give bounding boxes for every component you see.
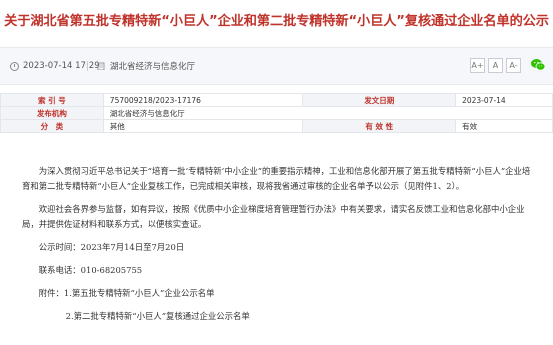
category-value: 其他 bbox=[102, 119, 304, 133]
table-row: 索 引 号 757009218/2023-17176 发文日期 2023-07-… bbox=[0, 93, 553, 107]
font-increase-button[interactable]: A+ bbox=[470, 58, 485, 73]
building-icon bbox=[97, 62, 105, 70]
attachment-1-link[interactable]: 附件：1.第五批专精特新“小巨人”企业公示名单 bbox=[22, 286, 532, 301]
meta-bar: 2023-07-14 17:29 湖北省经济与信息化厅 A+ A A- bbox=[0, 47, 553, 85]
article-title: 关于湖北省第五批专精特新“小巨人”企业和第二批专精特新“小巨人”复核通过企业名单… bbox=[4, 14, 549, 29]
index-number-label: 索 引 号 bbox=[0, 93, 104, 107]
attachment-2-link[interactable]: 2.第二批专精特新“小巨人”复核通过企业公示名单 bbox=[22, 309, 532, 324]
paragraph-supervision: 欢迎社会各界参与监督，如有异议，按照《优质中小企业梯度培育管理暂行办法》中有关要… bbox=[22, 204, 525, 229]
font-decrease-button[interactable]: A- bbox=[506, 58, 521, 73]
document-info-table: 索 引 号 757009218/2023-17176 发文日期 2023-07-… bbox=[0, 93, 553, 133]
publisher-label: 发布机构 bbox=[0, 106, 104, 120]
index-number-value: 757009218/2023-17176 bbox=[102, 93, 304, 107]
table-row: 分 类 其他 有 效 性 有效 bbox=[0, 119, 553, 133]
paragraph-intro: 为深入贯彻习近平总书记关于“培育一批‘专精特新’中小企业”的重要指示精神，工业和… bbox=[22, 166, 531, 191]
validity-label: 有 效 性 bbox=[302, 119, 457, 133]
publicity-period: 公示时间：2023年7月14日至7月20日 bbox=[38, 242, 185, 252]
wechat-icon[interactable] bbox=[530, 57, 546, 73]
category-label: 分 类 bbox=[0, 119, 104, 133]
contact-phone: 联系电话：010-68205755 bbox=[38, 265, 143, 275]
publish-department: 湖北省经济与信息化厅 bbox=[97, 48, 195, 84]
publisher-value: 湖北省经济与信息化厅 bbox=[102, 106, 553, 120]
datetime-text: 2023-07-14 17:29 bbox=[23, 61, 100, 71]
font-default-button[interactable]: A bbox=[488, 58, 503, 73]
validity-value: 有效 bbox=[455, 119, 553, 133]
issue-date-value: 2023-07-14 bbox=[455, 93, 553, 107]
issue-date-label: 发文日期 bbox=[302, 93, 457, 107]
table-row: 发布机构 湖北省经济与信息化厅 bbox=[0, 106, 553, 120]
clock-icon bbox=[10, 61, 19, 71]
article-body: 为深入贯彻习近平总书记关于“培育一批‘专精特新’中小企业”的重要指示精神，工业和… bbox=[22, 164, 532, 324]
meta-divider bbox=[87, 61, 88, 71]
department-text: 湖北省经济与信息化厅 bbox=[110, 62, 196, 72]
